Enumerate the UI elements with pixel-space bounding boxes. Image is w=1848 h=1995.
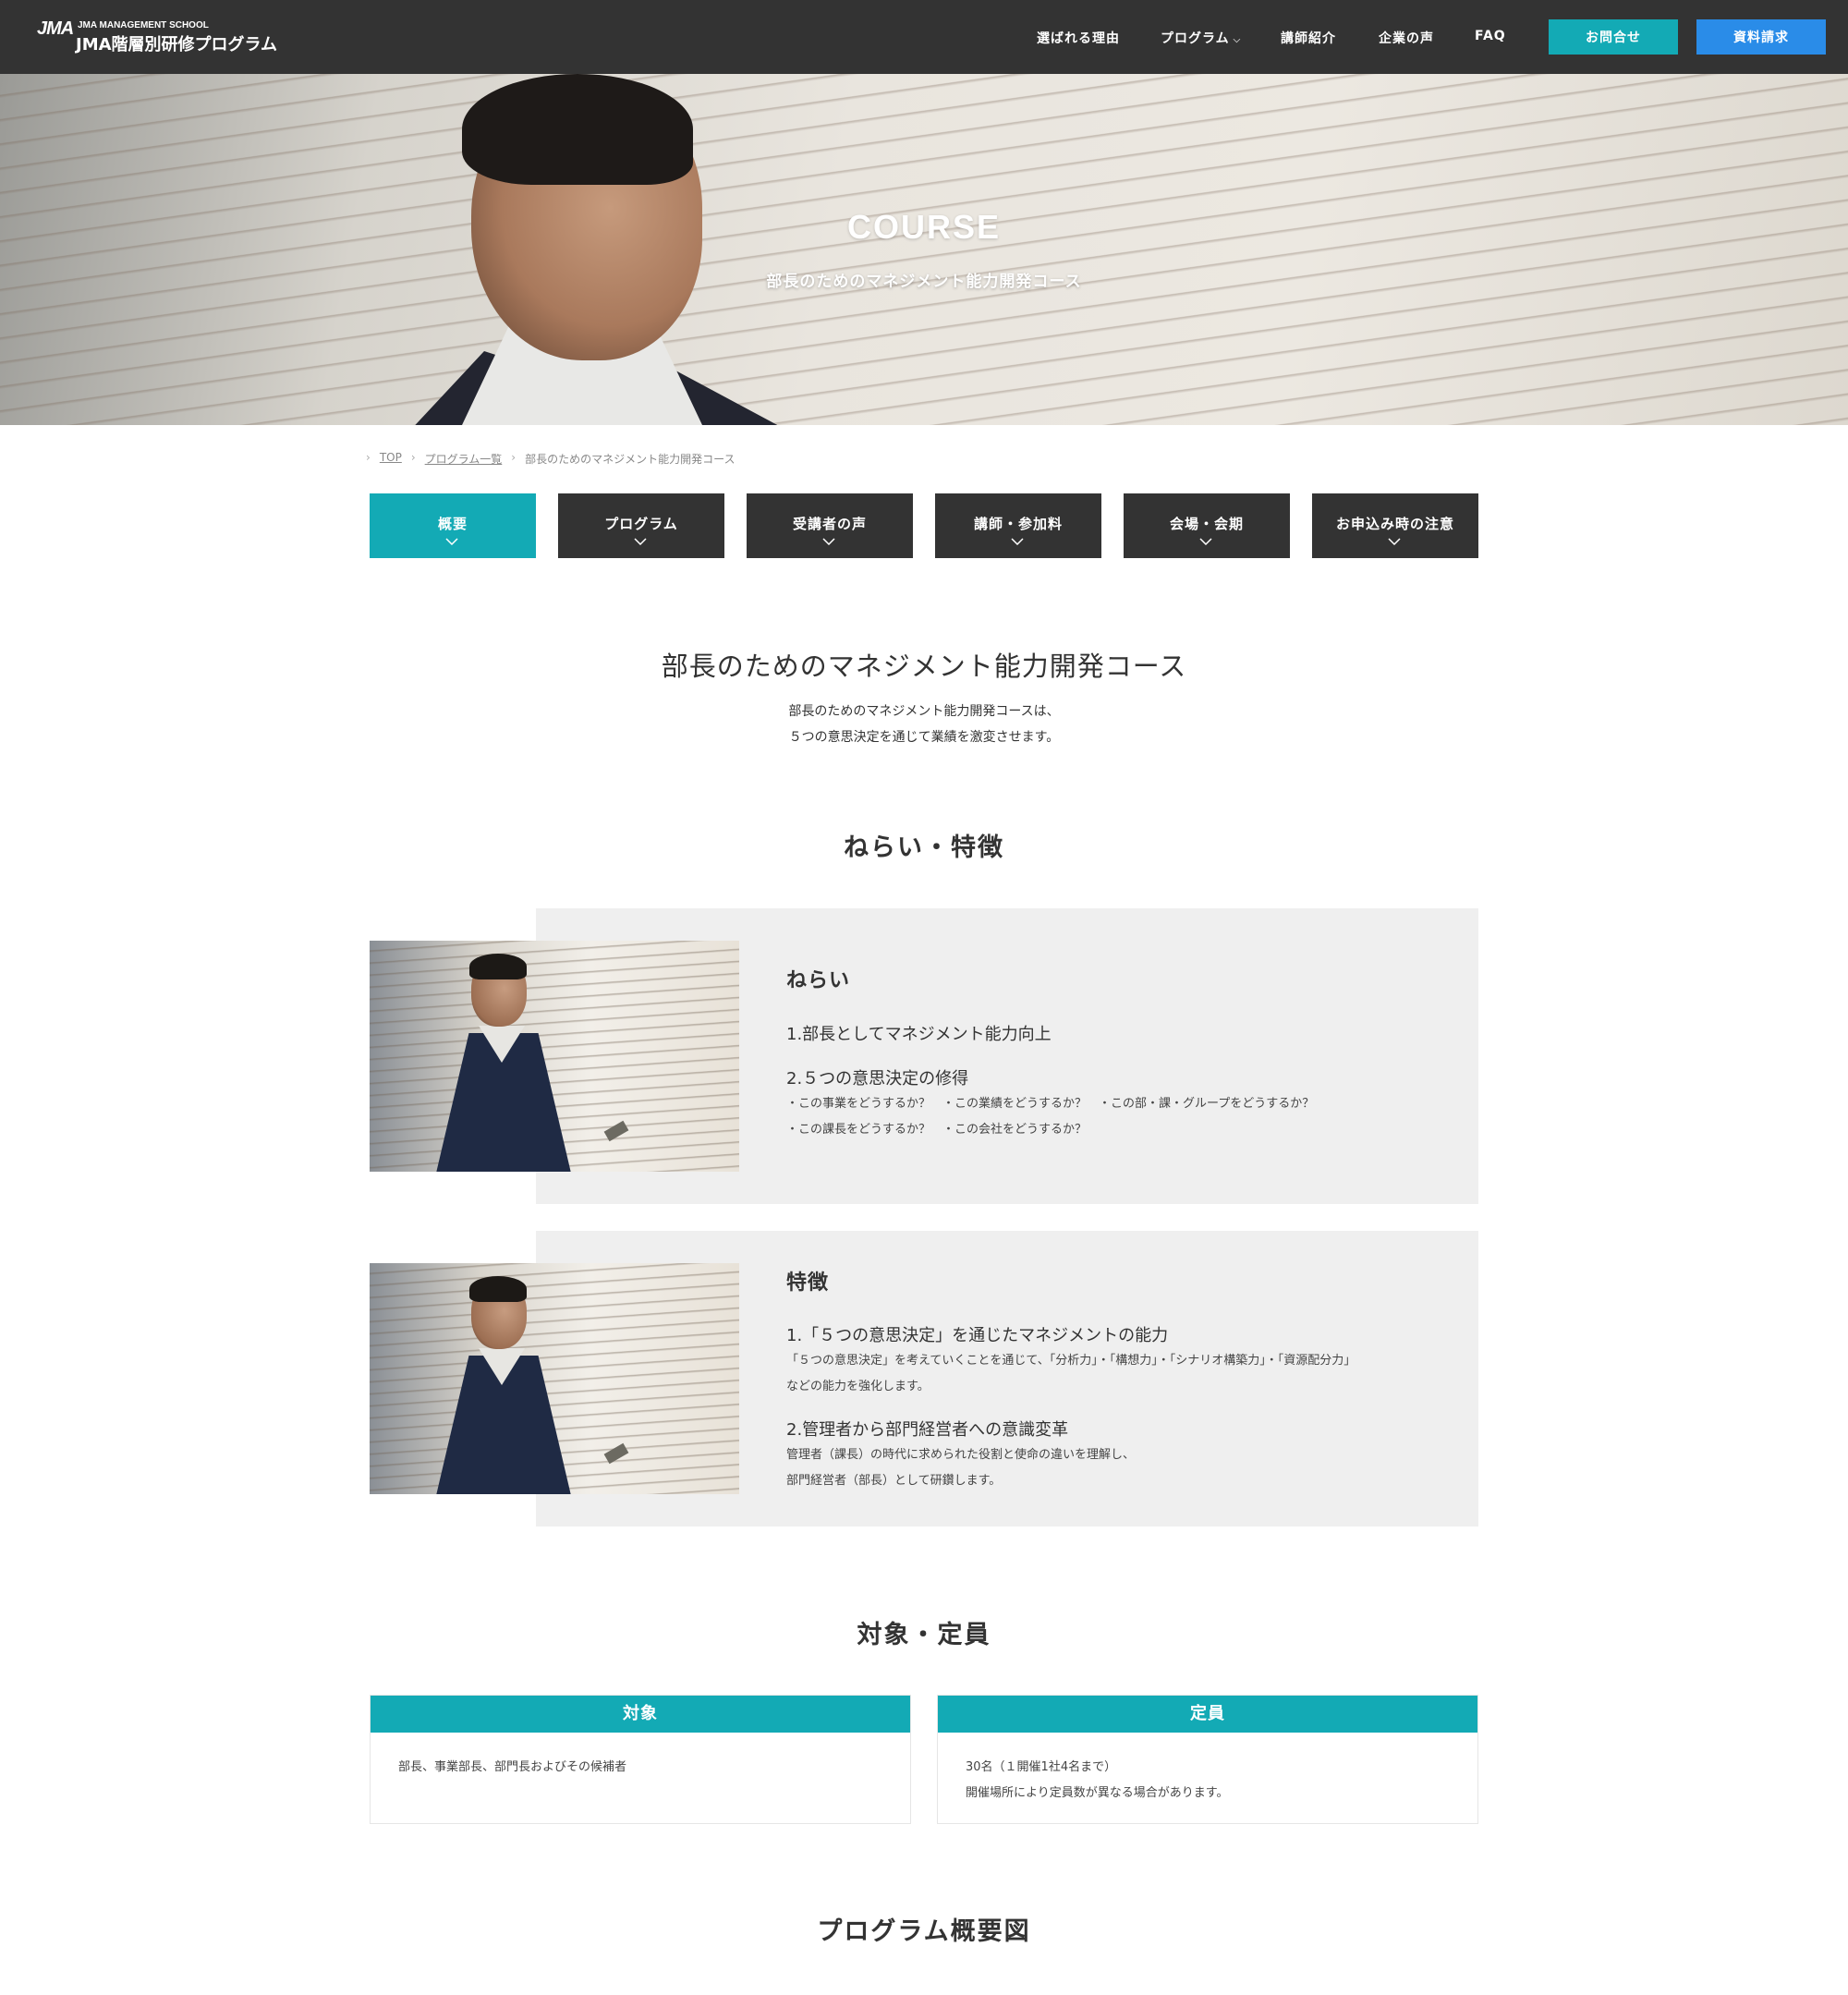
nav-programs[interactable]: プログラム ⌵	[1161, 29, 1241, 47]
breadcrumb-program-list[interactable]: プログラム一覧	[425, 451, 503, 467]
target-heading: 対象	[371, 1696, 910, 1733]
capacity-heading: 定員	[938, 1696, 1477, 1733]
chevron-down-icon	[445, 538, 458, 545]
tab-label: 概要	[437, 516, 468, 532]
logo-subtitle: JMA MANAGEMENT SCHOOL	[78, 20, 209, 30]
hero-banner: COURSE 部長のためのマネジメント能力開発コース	[0, 74, 1848, 425]
tab-instructor-fee[interactable]: 講師・参加料	[935, 493, 1101, 558]
nav-reasons[interactable]: 選ばれる理由	[1037, 29, 1120, 47]
aim-item-2-detail: ・この事業をどうするか？ ・この業績をどうするか？ ・この部・課・グループをどう…	[786, 1091, 1314, 1143]
feature-item-1-detail: 「５つの意思決定」を考えていくことを通じて、「分析力」・「構想力」・「シナリオ構…	[786, 1348, 1356, 1400]
photo-phone-shape	[603, 1442, 629, 1465]
aim-item-2: 2.５つの意思決定の修得	[786, 1069, 969, 1089]
chevron-down-icon	[1199, 538, 1212, 545]
tab-application-notes[interactable]: お申込み時の注意	[1312, 493, 1478, 558]
overview-section-title: プログラム概要図	[817, 1917, 1031, 1946]
capacity-text: 30名（１開催1社4名まで）	[966, 1760, 1117, 1774]
aim-item-1: 1.部長としてマネジメント能力向上	[786, 1025, 1052, 1044]
course-tabs: 概要 プログラム 受講者の声 講師・参加料 会場・会期 お申込み時の注意	[370, 493, 1478, 558]
capacity-box: 定員 30名（１開催1社4名まで） 開催場所により定員数が異なる場合があります。	[937, 1695, 1478, 1824]
breadcrumb-top[interactable]: TOP	[380, 451, 402, 467]
logo-mark-text: JMA	[37, 18, 74, 39]
tab-label: 会場・会期	[1169, 516, 1244, 532]
nav-label: 選ばれる理由	[1037, 31, 1120, 46]
tab-venue-schedule[interactable]: 会場・会期	[1124, 493, 1290, 558]
feature-item-2: 2.管理者から部門経営者への意識変革	[786, 1420, 1069, 1440]
breadcrumb-chevron-icon: ›	[511, 451, 517, 464]
feature-detail-line: 管理者（課長）の時代に求められた役割と使命の違いを理解し、	[786, 1448, 1136, 1462]
target-body: 部長、事業部長、部門長およびその候補者	[371, 1733, 910, 1803]
site-header: JMA JMA MANAGEMENT SCHOOL JMA階層別研修プログラム …	[0, 0, 1848, 74]
feature-item-1: 1.「５つの意思決定」を通じたマネジメントの能力	[786, 1326, 1169, 1345]
course-intro: 部長のためのマネジメント能力開発コースは、 ５つの意思決定を通じて業績を激変させ…	[0, 699, 1848, 750]
nav-label: プログラム	[1161, 31, 1230, 46]
contact-button[interactable]: お問合せ	[1549, 19, 1678, 55]
nav-label: 講師紹介	[1281, 31, 1336, 46]
capacity-note: 開催場所により定員数が異なる場合があります。	[966, 1786, 1229, 1800]
jma-logo-mark: JMA	[33, 18, 74, 52]
breadcrumb-chevron-icon: ›	[366, 451, 371, 464]
capacity-body: 30名（１開催1社4名まで） 開催場所により定員数が異なる場合があります。	[938, 1733, 1477, 1829]
photo-hair-shape	[469, 1276, 527, 1302]
breadcrumb: › TOP › プログラム一覧 › 部長のためのマネジメント能力開発コース	[366, 451, 736, 467]
photo-phone-shape	[603, 1120, 629, 1142]
target-box: 対象 部長、事業部長、部門長およびその候補者	[370, 1695, 911, 1824]
nav-label: 企業の声	[1379, 31, 1434, 46]
feature-card-photo	[370, 1263, 739, 1494]
target-text: 部長、事業部長、部門長およびその候補者	[398, 1760, 627, 1774]
request-documents-button[interactable]: 資料請求	[1696, 19, 1826, 55]
feature-item-2-detail: 管理者（課長）の時代に求められた役割と使命の違いを理解し、 部門経営者（部長）と…	[786, 1442, 1135, 1494]
intro-line: 部長のためのマネジメント能力開発コースは、	[788, 704, 1060, 719]
nav-instructors[interactable]: 講師紹介	[1281, 29, 1336, 47]
feature-detail-line: などの能力を強化します。	[786, 1380, 930, 1393]
tab-label: 講師・参加料	[973, 516, 1063, 532]
feature-detail-line: 部門経営者（部長）として研鑽します。	[786, 1474, 1002, 1488]
chevron-down-icon	[822, 538, 835, 545]
hero-subtitle: 部長のためのマネジメント能力開発コース	[766, 273, 1082, 291]
tab-label: プログラム	[604, 516, 678, 532]
photo-hair-shape	[469, 954, 527, 979]
tab-label: お申込み時の注意	[1335, 516, 1454, 532]
chevron-down-icon	[634, 538, 647, 545]
chevron-down-icon	[1388, 538, 1401, 545]
tab-overview[interactable]: 概要	[370, 493, 536, 558]
aim-card-photo	[370, 941, 739, 1172]
tab-program[interactable]: プログラム	[558, 493, 724, 558]
chevron-down-icon	[1011, 538, 1024, 545]
breadcrumb-chevron-icon: ›	[410, 451, 416, 464]
aim-detail-line: ・この課長をどうするか？ ・この会社をどうするか？	[786, 1123, 1088, 1137]
logo-title: JMA階層別研修プログラム	[76, 35, 277, 55]
aim-detail-line: ・この事業をどうするか？ ・この業績をどうするか？ ・この部・課・グループをどう…	[786, 1097, 1315, 1111]
course-title: 部長のためのマネジメント能力開発コース	[661, 651, 1187, 682]
hero-title: COURSE	[846, 208, 1002, 246]
chevron-down-icon: ⌵	[1233, 35, 1242, 45]
hero-photo-person	[407, 74, 813, 425]
feature-detail-line: 「５つの意思決定」を考えていくことを通じて、「分析力」・「構想力」・「シナリオ構…	[786, 1354, 1356, 1368]
aims-section-title: ねらい・特徴	[844, 833, 1004, 862]
target-section-title: 対象・定員	[857, 1621, 991, 1649]
breadcrumb-current: 部長のためのマネジメント能力開発コース	[525, 453, 736, 466]
nav-testimonials[interactable]: 企業の声	[1379, 29, 1434, 47]
tab-label: 受講者の声	[792, 516, 867, 532]
nav-faq[interactable]: FAQ	[1475, 29, 1506, 43]
hero-hair-shape	[462, 74, 693, 185]
nav-label: FAQ	[1475, 29, 1506, 43]
feature-heading: 特徴	[786, 1271, 830, 1295]
tab-voices[interactable]: 受講者の声	[747, 493, 913, 558]
intro-line: ５つの意思決定を通じて業績を激変させます。	[788, 730, 1060, 745]
aim-heading: ねらい	[786, 969, 851, 992]
